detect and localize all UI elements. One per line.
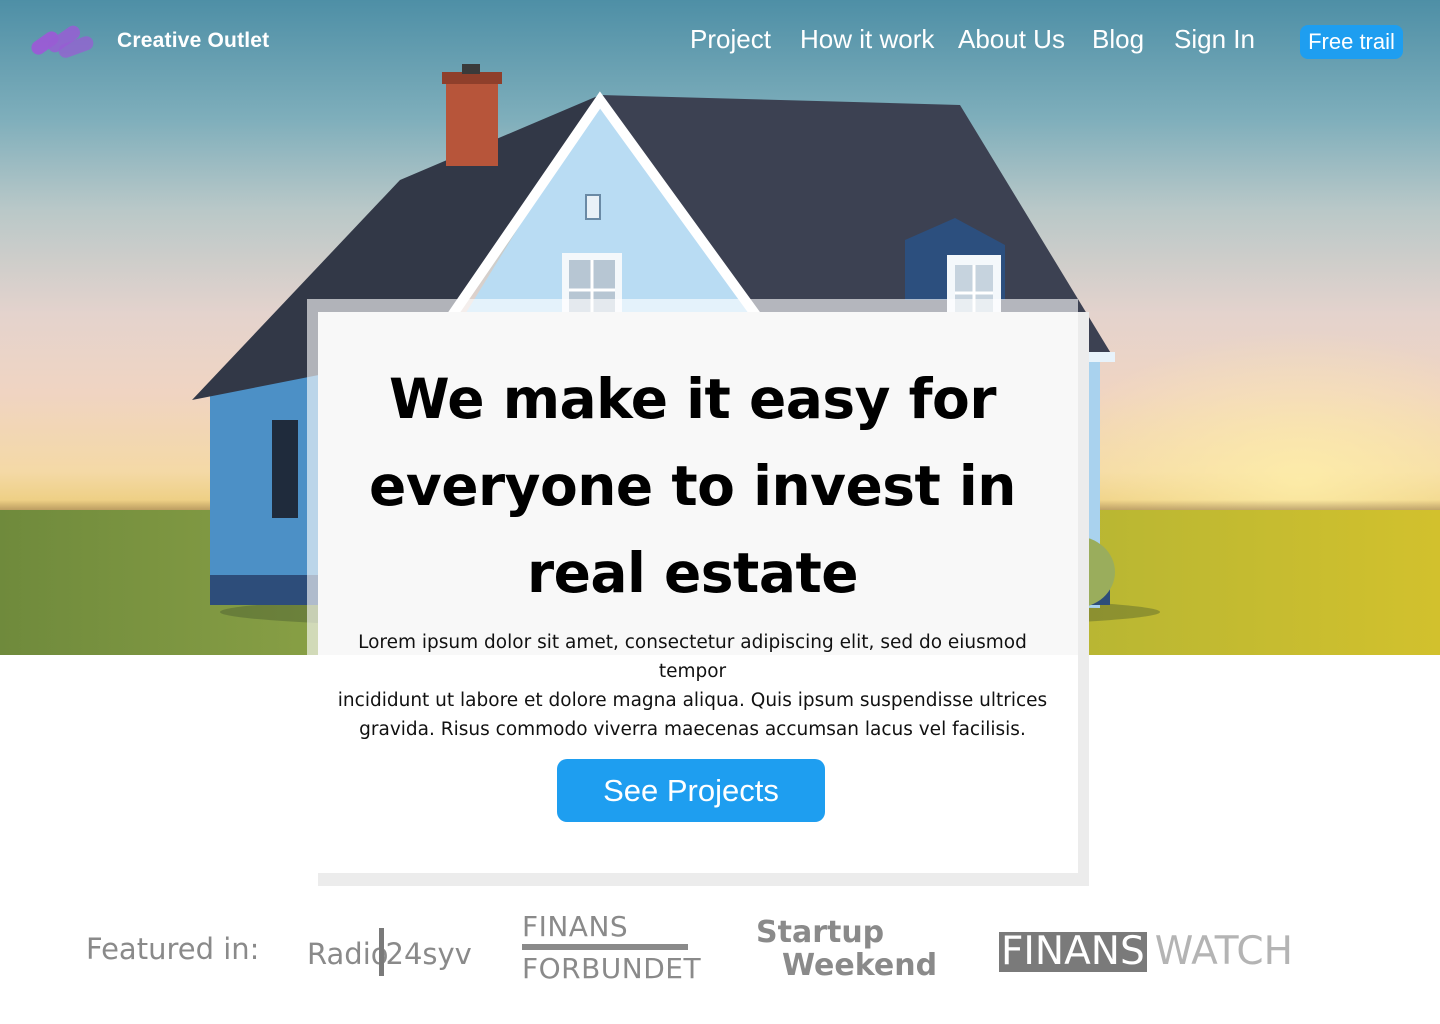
headline-line: We make it easy for <box>389 367 996 431</box>
headline-line: everyone to invest in <box>369 454 1016 518</box>
subtext-line: gravida. Risus commodo viverra maecenas … <box>359 719 1026 740</box>
nav-link-about-us[interactable]: About Us <box>958 24 1065 55</box>
subtext-line: Lorem ipsum dolor sit amet, consectetur … <box>358 632 1027 682</box>
nav-link-blog[interactable]: Blog <box>1092 24 1144 55</box>
radio-logo-left: Radio <box>307 937 389 971</box>
featured-label: Featured in: <box>86 932 260 966</box>
hero-headline: We make it easy for everyone to invest i… <box>307 356 1078 617</box>
radio24syv-logo: Radio24syv <box>307 928 472 976</box>
see-projects-button[interactable]: See Projects <box>557 759 825 822</box>
startup-weekend-logo: Startup Weekend <box>756 915 937 981</box>
finanswatch-dark: FINANS <box>999 929 1147 974</box>
radio-logo-bar <box>378 928 384 976</box>
finanswatch-logo: FINANS WATCH <box>999 929 1293 974</box>
brand-logo-icon[interactable] <box>26 18 98 62</box>
finansforbundet-divider <box>522 944 688 950</box>
radio-logo-right: 24syv <box>385 937 472 971</box>
headline-line: real estate <box>526 541 859 605</box>
startup-line1: Startup <box>756 915 885 950</box>
brand-name[interactable]: Creative Outlet <box>117 29 269 53</box>
finanswatch-light: WATCH <box>1154 929 1293 974</box>
subtext-line: incididunt ut labore et dolore magna ali… <box>337 690 1048 711</box>
free-trial-button[interactable]: Free trail <box>1300 25 1403 59</box>
finansforbundet-bottom: FORBUNDET <box>522 952 702 985</box>
finansforbundet-logo: FINANS FORBUNDET <box>522 910 702 986</box>
nav-link-sign-in[interactable]: Sign In <box>1174 24 1255 55</box>
nav-link-project[interactable]: Project <box>690 24 771 55</box>
nav-link-how-it-work[interactable]: How it work <box>800 24 934 55</box>
startup-line2: Weekend <box>782 948 938 983</box>
hero-subtext: Lorem ipsum dolor sit amet, consectetur … <box>337 628 1048 744</box>
finansforbundet-top: FINANS <box>522 910 629 943</box>
